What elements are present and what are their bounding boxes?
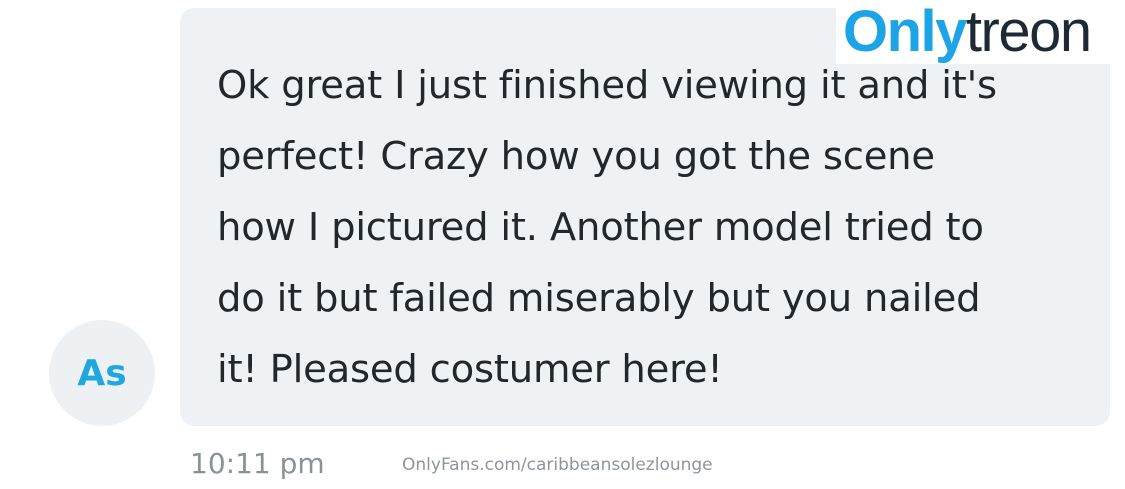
brand-logo-part-treon: treon <box>965 0 1092 64</box>
message-bubble[interactable]: Ok great I just finished viewing it and … <box>180 8 1110 426</box>
chat-screen: As Ok great I just finished viewing it a… <box>0 0 1125 489</box>
message-line: it! Pleased costumer here! <box>217 347 723 392</box>
message-line: perfect! Crazy how you got the scene <box>217 134 935 179</box>
message-line: how I pictured it. Another model tried t… <box>217 205 984 250</box>
avatar-initials: As <box>77 352 127 394</box>
brand-watermark-logo: Only treon <box>836 0 1125 64</box>
sender-avatar[interactable]: As <box>49 320 155 426</box>
message-text: Ok great I just finished viewing it and … <box>217 50 1074 405</box>
watermark-url: OnlyFans.com/caribbeansolezlounge <box>402 455 713 475</box>
brand-logo-part-only: Only <box>843 0 967 64</box>
message-line: do it but failed miserably but you naile… <box>217 276 981 321</box>
message-line: Ok great I just finished viewing it and … <box>217 63 997 108</box>
message-timestamp: 10:11 pm <box>190 447 325 480</box>
